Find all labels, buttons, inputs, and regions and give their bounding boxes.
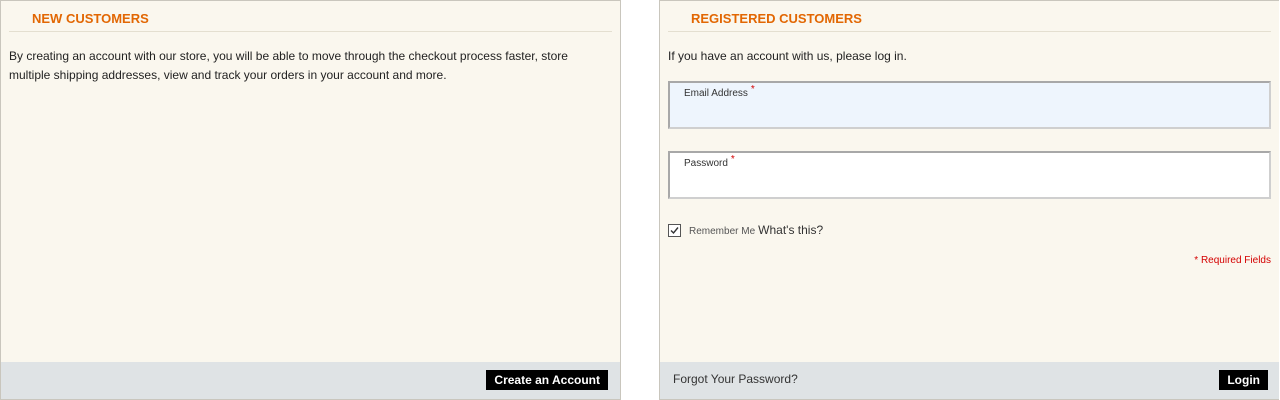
password-required-marker: *	[730, 154, 735, 165]
password-field[interactable]: Password *	[668, 151, 1271, 199]
login-button[interactable]: Login	[1219, 370, 1268, 390]
remember-me-label: Remember Me	[689, 225, 756, 237]
new-customers-footer: Create an Account	[1, 362, 620, 399]
remember-me-checkbox[interactable]	[668, 223, 681, 237]
whats-this-link[interactable]: What's this?	[758, 223, 823, 237]
new-customers-description: By creating an account with our store, y…	[9, 49, 568, 82]
password-label-text: Password	[684, 158, 728, 169]
email-field[interactable]: Email Address *	[668, 81, 1271, 129]
login-intro-text: If you have an account with us, please l…	[668, 49, 907, 63]
registered-customers-panel: REGISTERED CUSTOMERS If you have an acco…	[659, 0, 1279, 400]
create-account-button[interactable]: Create an Account	[486, 370, 608, 390]
checkmark-icon	[670, 226, 679, 234]
email-label: Email Address *	[684, 84, 755, 99]
registered-customers-title: REGISTERED CUSTOMERS	[668, 11, 1271, 32]
email-input[interactable]	[684, 105, 1259, 123]
required-fields-note: * Required Fields	[1194, 255, 1271, 266]
email-required-marker: *	[750, 84, 755, 95]
forgot-password-link[interactable]: Forgot Your Password?	[673, 372, 798, 386]
remember-me-row: Remember Me What's this?	[668, 222, 823, 238]
new-customers-panel: NEW CUSTOMERS By creating an account wit…	[0, 0, 621, 400]
password-input[interactable]	[684, 175, 1259, 193]
new-customers-title: NEW CUSTOMERS	[9, 11, 612, 32]
password-label: Password *	[684, 154, 735, 169]
registered-customers-footer: Forgot Your Password? Login	[660, 362, 1279, 399]
email-label-text: Email Address	[684, 88, 748, 99]
